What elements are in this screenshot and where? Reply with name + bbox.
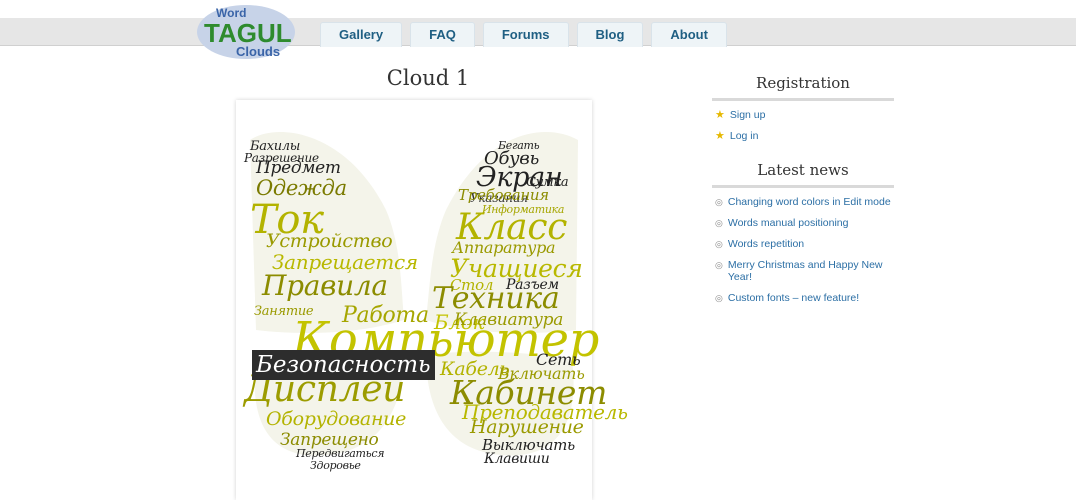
cloud-word[interactable]: Здоровье	[310, 460, 361, 471]
news-item[interactable]: ◎ Words manual positioning	[715, 217, 894, 229]
bullet-icon: ◎	[715, 260, 723, 270]
nav-tab-forums[interactable]: Forums	[482, 22, 569, 47]
word-cloud[interactable]: Бахилы Разрешение Предмет Одежда Ток Устройст…	[236, 100, 628, 500]
cloud-word[interactable]: Передвигаться	[296, 448, 385, 459]
cloud-word[interactable]: Предмет	[256, 160, 341, 177]
cloud-word[interactable]: Устройство	[266, 232, 393, 251]
news-item-label: Merry Christmas and Happy New Year!	[727, 259, 883, 283]
bullet-icon: ◎	[715, 239, 723, 249]
sidebar: Registration ★ Sign up ★ Log in Latest n…	[712, 74, 894, 313]
cloud-word[interactable]: Оборудование	[266, 410, 406, 429]
tagul-logo[interactable]: Word TAGUL Clouds	[196, 3, 296, 61]
news-item-label: Words repetition	[727, 238, 805, 250]
cloud-word[interactable]: Требования	[458, 188, 549, 203]
bullet-icon: ◎	[715, 293, 723, 303]
cloud-word[interactable]: Клавиши	[484, 452, 550, 466]
cloud-word[interactable]: Клавиатура	[454, 312, 563, 329]
bullet-icon: ◎	[715, 197, 723, 207]
news-item-label: Words manual positioning	[727, 217, 849, 229]
cloud-word-highlight[interactable]: Безопасность	[252, 350, 435, 380]
log-in-label: Log in	[729, 130, 759, 142]
nav-tab-gallery[interactable]: Gallery	[320, 22, 403, 47]
sign-up-link[interactable]: ★ Sign up	[715, 109, 894, 121]
bullet-icon: ◎	[715, 218, 723, 228]
logo-word-bottom: Clouds	[236, 44, 280, 59]
nav-tab-about[interactable]: About	[651, 22, 727, 47]
cloud-word[interactable]: Одежда	[256, 178, 347, 199]
registration-heading: Registration	[712, 74, 894, 101]
star-icon: ★	[715, 109, 725, 121]
news-item[interactable]: ◎ Custom fonts – new feature!	[715, 292, 894, 304]
cloud-word[interactable]: Правила	[262, 272, 388, 300]
news-item[interactable]: ◎ Words repetition	[715, 238, 894, 250]
news-item-label: Custom fonts – new feature!	[727, 292, 860, 304]
page-title: Cloud 1	[386, 66, 470, 90]
news-item-label: Changing word colors in Edit mode	[727, 196, 891, 208]
news-heading: Latest news	[712, 161, 894, 188]
nav-tab-faq[interactable]: FAQ	[410, 22, 475, 47]
cloud-word[interactable]: Нарушение	[470, 418, 584, 437]
news-item[interactable]: ◎ Changing word colors in Edit mode	[715, 196, 894, 208]
news-item[interactable]: ◎ Merry Christmas and Happy New Year!	[715, 259, 894, 283]
log-in-link[interactable]: ★ Log in	[715, 130, 894, 142]
sign-up-label: Sign up	[729, 109, 766, 121]
star-icon: ★	[715, 130, 725, 142]
main-nav: Gallery FAQ Forums Blog About	[320, 22, 727, 47]
nav-tab-blog[interactable]: Blog	[576, 22, 644, 47]
